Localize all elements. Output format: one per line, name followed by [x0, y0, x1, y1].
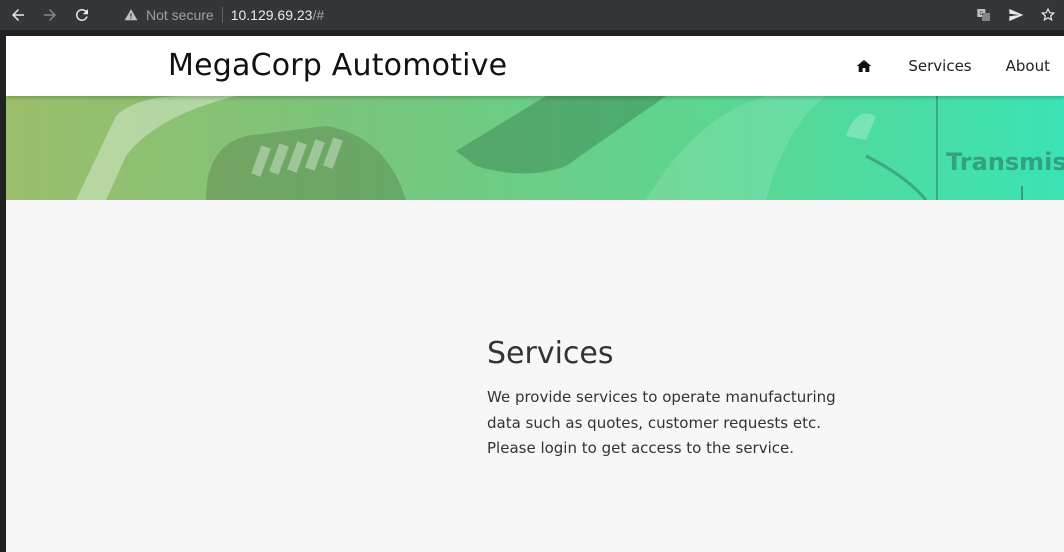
site-header: MegaCorp Automotive Services About: [6, 36, 1064, 96]
hero-banner: Transmissi: [6, 96, 1064, 200]
nav-about[interactable]: About: [1006, 57, 1050, 75]
reload-icon: [75, 8, 88, 21]
send-tab-button[interactable]: [1000, 0, 1032, 30]
forward-button[interactable]: [36, 1, 64, 29]
hero-illustration: [76, 96, 1023, 200]
address-bar[interactable]: Not secure 10.129.69.23/#: [112, 1, 1012, 29]
bookmark-button[interactable]: [1032, 0, 1064, 30]
home-icon: [857, 60, 872, 72]
browser-toolbar: Not secure 10.129.69.23/# G: [0, 0, 1064, 30]
site-brand[interactable]: MegaCorp Automotive: [168, 48, 507, 83]
omnibox-divider: [221, 7, 223, 23]
translate-button[interactable]: G: [968, 0, 1000, 30]
nav-services[interactable]: Services: [908, 57, 971, 75]
warning-icon: [124, 9, 138, 21]
hero-partial-text: Transmissi: [946, 148, 1064, 176]
url-host: 10.129.69.23: [230, 7, 313, 23]
send-icon: [1009, 9, 1024, 21]
services-section: Services We provide services to operate …: [487, 336, 847, 462]
services-description: We provide services to operate manufactu…: [487, 388, 836, 457]
back-icon: [12, 9, 24, 21]
site-nav: Services About: [854, 36, 1064, 96]
back-button[interactable]: [4, 1, 32, 29]
services-title: Services: [487, 336, 614, 371]
url-path: /#: [312, 7, 325, 23]
svg-text:G: G: [979, 11, 983, 17]
reload-button[interactable]: [68, 1, 96, 29]
page-viewport: MegaCorp Automotive Services About Trans…: [6, 36, 1064, 552]
toolbar-actions: G: [968, 0, 1064, 30]
translate-icon: G: [977, 9, 990, 21]
bookmark-star-icon: [1040, 7, 1056, 22]
nav-home[interactable]: [854, 56, 874, 76]
security-label[interactable]: Not secure: [146, 7, 214, 23]
forward-icon: [44, 9, 56, 21]
